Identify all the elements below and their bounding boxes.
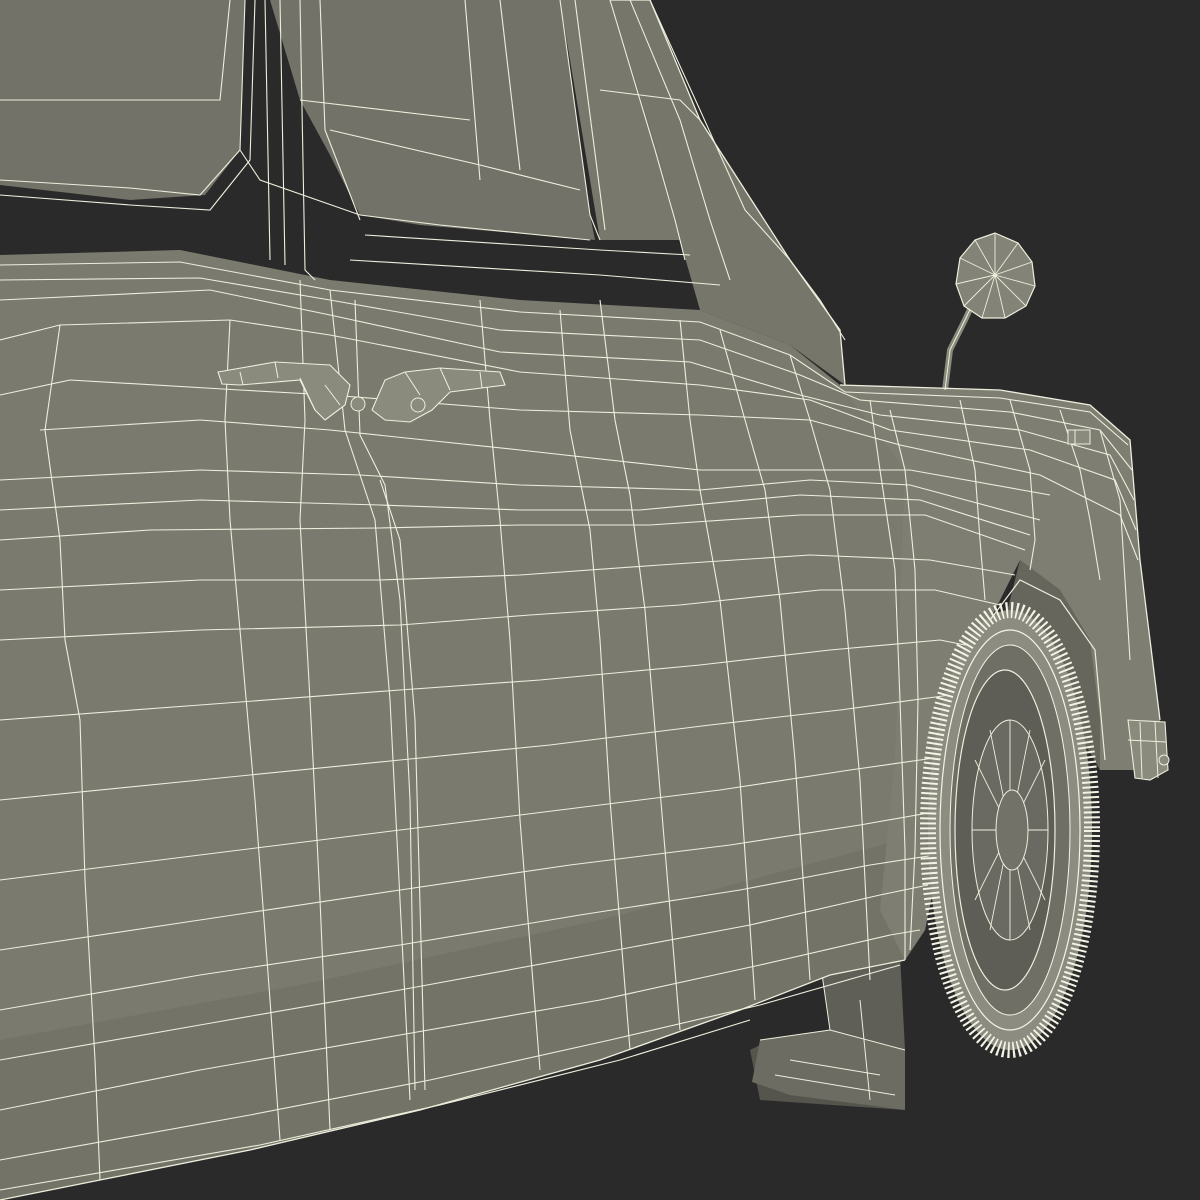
hubcap [954,669,1056,991]
indicator-lamp [1067,429,1091,445]
render-viewport [0,0,1200,1200]
bumper [1127,719,1170,781]
car-wireframe-render [0,0,1200,1200]
